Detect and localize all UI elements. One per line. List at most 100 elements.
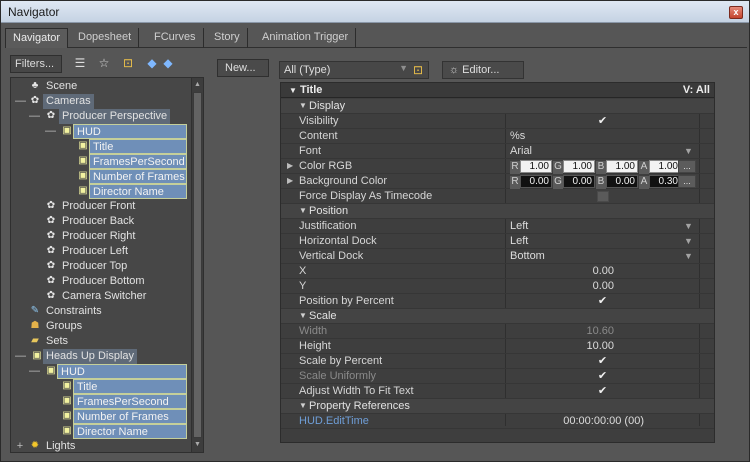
forward-arrow-icon[interactable]: ◆ xyxy=(160,56,176,70)
type-filter-dropdown[interactable]: All (Type) ▼ ⊡ xyxy=(279,61,429,79)
tree-item-framespersecond[interactable]: ▣ FramesPerSecond xyxy=(11,394,191,409)
tree-item-camera-switcher[interactable]: ✿ Camera Switcher xyxy=(11,289,191,304)
tree-item-framespersecond[interactable]: ▣ FramesPerSecond xyxy=(11,154,191,169)
scrollbar-thumb[interactable] xyxy=(193,92,202,438)
bg-a-field[interactable]: A 0.30 xyxy=(639,175,681,189)
force-timecode-checkbox[interactable] xyxy=(597,191,609,202)
chevron-down-icon[interactable]: ▼ xyxy=(684,249,693,263)
bg-color-picker-button[interactable]: ... xyxy=(678,175,696,188)
color-r-field[interactable]: R 1.00 xyxy=(510,160,552,174)
tree-item-groups[interactable]: ☗ Groups xyxy=(11,319,191,334)
lock-icon[interactable]: ⊡ xyxy=(411,63,425,77)
property-row-force-display-timecode: Force Display As Timecode xyxy=(281,189,714,204)
camera-icon: ✿ xyxy=(46,230,56,241)
tree-item-director-name[interactable]: ▣ Director Name xyxy=(11,184,191,199)
tree-item-number-of-frames[interactable]: ▣ Number of Frames xyxy=(11,169,191,184)
filters-button[interactable]: Filters... xyxy=(10,55,62,73)
tree-item-constraints[interactable]: ✎ Constraints xyxy=(11,304,191,319)
x-value[interactable]: 0.00 xyxy=(510,264,614,278)
scale-by-percent-checkbox[interactable]: ✔ xyxy=(597,356,608,367)
color-picker-button[interactable]: ... xyxy=(678,160,696,173)
tree-item-producer-right[interactable]: ✿ Producer Right xyxy=(11,229,191,244)
bg-b-field[interactable]: B 0.00 xyxy=(596,175,638,189)
tree-item-title[interactable]: ▣ Title xyxy=(11,139,191,154)
property-row-background-color: ▶ Background Color R 0.00 G 0.00 B 0.00 A 0.… xyxy=(281,174,714,189)
tree-item-producer-bottom[interactable]: ✿ Producer Bottom xyxy=(11,274,191,289)
collapse-icon[interactable]: — xyxy=(15,94,26,108)
expand-icon[interactable]: + xyxy=(15,439,25,452)
chevron-down-icon[interactable]: ▼ xyxy=(684,219,693,233)
tab-story[interactable]: Story xyxy=(207,28,248,48)
tree-item-cameras[interactable]: — ✿ Cameras xyxy=(11,94,191,109)
tree-item-producer-back[interactable]: ✿ Producer Back xyxy=(11,214,191,229)
camera-icon: ✿ xyxy=(46,245,56,256)
section-property-references[interactable]: ▼ Property References xyxy=(281,399,714,414)
section-position[interactable]: ▼ Position xyxy=(281,204,714,219)
chevron-down-icon[interactable]: ▼ xyxy=(684,234,693,248)
tree-item-producer-top[interactable]: ✿ Producer Top xyxy=(11,259,191,274)
section-display[interactable]: ▼ Display xyxy=(281,99,714,114)
position-by-percent-checkbox[interactable]: ✔ xyxy=(597,296,608,307)
visibility-column-header[interactable]: V: All xyxy=(683,84,710,96)
scroll-down-icon[interactable]: ▼ xyxy=(193,439,202,450)
tree-item-lights[interactable]: + ✹ Lights xyxy=(11,439,191,452)
collapse-triangle-icon[interactable]: ▼ xyxy=(289,86,297,95)
collapse-triangle-icon[interactable]: ▼ xyxy=(299,99,307,113)
height-value[interactable]: 10.00 xyxy=(510,339,614,353)
sets-icon: ▰ xyxy=(31,335,39,346)
scroll-up-icon[interactable]: ▲ xyxy=(193,79,202,90)
tree-item-hud[interactable]: — ▣ HUD xyxy=(11,364,191,379)
collapse-triangle-icon[interactable]: ▼ xyxy=(299,204,307,218)
hud-folder-icon: ▣ xyxy=(32,350,42,361)
tree-item-scene[interactable]: ♣ Scene xyxy=(11,79,191,94)
color-b-field[interactable]: B 1.00 xyxy=(596,160,638,174)
collapse-icon[interactable]: — xyxy=(29,109,40,123)
editor-button[interactable]: ☼ Editor... xyxy=(442,61,524,79)
favorites-cursor-icon[interactable]: ☆ xyxy=(96,56,112,70)
y-value[interactable]: 0.00 xyxy=(510,279,614,293)
collapse-icon[interactable]: — xyxy=(15,349,26,363)
tree-item-hud-camera[interactable]: — ▣ HUD xyxy=(11,124,191,139)
tree-item-title[interactable]: ▣ Title xyxy=(11,379,191,394)
tree-item-heads-up-display[interactable]: — ▣ Heads Up Display xyxy=(11,349,191,364)
lock-icon[interactable]: ⊡ xyxy=(120,56,136,70)
tree-item-director-name[interactable]: ▣ Director Name xyxy=(11,424,191,439)
tab-animation-trigger[interactable]: Animation Trigger xyxy=(255,28,357,48)
collapse-triangle-icon[interactable]: ▼ xyxy=(299,399,307,413)
expand-triangle-icon[interactable]: ▶ xyxy=(287,159,293,173)
close-button[interactable]: x xyxy=(729,6,743,19)
hud-icon: ▣ xyxy=(62,125,72,136)
chevron-down-icon[interactable]: ▼ xyxy=(684,144,693,158)
collapse-triangle-icon[interactable]: ▼ xyxy=(299,309,307,323)
collapse-icon[interactable]: — xyxy=(45,124,56,138)
scene-tree[interactable]: ♣ Scene — ✿ Cameras — ✿ Producer Perspec… xyxy=(10,77,204,453)
list-view-icon[interactable]: ☰ xyxy=(72,56,88,70)
back-arrow-icon[interactable]: ◆ xyxy=(144,56,160,70)
tree-item-producer-perspective[interactable]: — ✿ Producer Perspective xyxy=(11,109,191,124)
hud-edittime-link[interactable]: HUD.EditTime xyxy=(299,414,369,428)
font-select[interactable]: Arial xyxy=(510,144,532,158)
tree-item-number-of-frames[interactable]: ▣ Number of Frames xyxy=(11,409,191,424)
vertical-dock-select[interactable]: Bottom xyxy=(510,249,545,263)
section-scale[interactable]: ▼ Scale xyxy=(281,309,714,324)
tab-fcurves[interactable]: FCurves xyxy=(147,28,204,48)
justification-select[interactable]: Left xyxy=(510,219,528,233)
scale-uniformly-checkbox[interactable]: ✔ xyxy=(597,371,608,382)
new-button[interactable]: New... xyxy=(217,59,269,77)
content-value[interactable]: %s xyxy=(510,129,525,143)
horizontal-dock-select[interactable]: Left xyxy=(510,234,528,248)
color-g-field[interactable]: G 1.00 xyxy=(553,160,595,174)
bg-r-field[interactable]: R 0.00 xyxy=(510,175,552,189)
tab-navigator[interactable]: Navigator xyxy=(5,28,69,48)
bg-g-field[interactable]: G 0.00 xyxy=(553,175,595,189)
color-a-field[interactable]: A 1.00 xyxy=(639,160,681,174)
tab-dopesheet[interactable]: Dopesheet xyxy=(71,28,140,48)
tree-item-sets[interactable]: ▰ Sets xyxy=(11,334,191,349)
tree-item-producer-left[interactable]: ✿ Producer Left xyxy=(11,244,191,259)
visibility-checkbox[interactable]: ✔ xyxy=(597,116,608,127)
tree-item-producer-front[interactable]: ✿ Producer Front xyxy=(11,199,191,214)
tree-scrollbar[interactable]: ▲ ▼ xyxy=(191,78,203,452)
collapse-icon[interactable]: — xyxy=(29,364,40,378)
expand-triangle-icon[interactable]: ▶ xyxy=(287,174,293,188)
adjust-width-checkbox[interactable]: ✔ xyxy=(597,386,608,397)
